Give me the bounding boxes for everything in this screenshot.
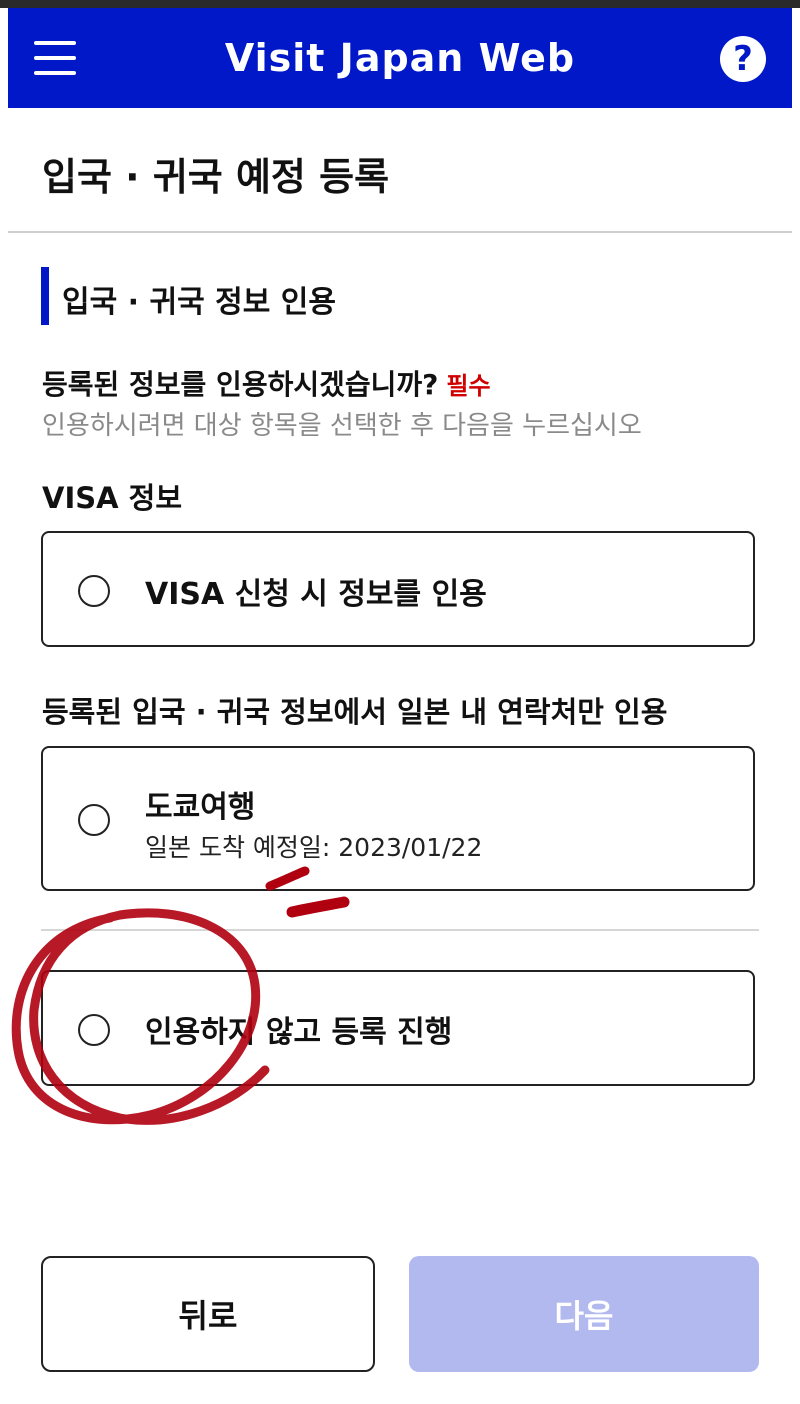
radio-unchecked-icon[interactable]: [78, 1014, 110, 1046]
option-tokyo-trip[interactable]: 도쿄여행 일본 도착 예정일: 2023/01/22: [41, 746, 755, 891]
radio-unchecked-icon[interactable]: [78, 575, 110, 607]
app-header: Visit Japan Web ?: [8, 8, 792, 108]
option-visa-info[interactable]: VISA 신청 시 정보를 인용: [41, 531, 755, 647]
next-button[interactable]: 다음: [409, 1256, 759, 1372]
radio-unchecked-icon[interactable]: [78, 804, 110, 836]
question-text: 등록된 정보를 인용하시겠습니까? 필수: [42, 363, 491, 403]
section-accent-bar: [41, 267, 49, 325]
option-no-cite[interactable]: 인용하지 않고 등록 진행: [41, 970, 755, 1086]
hint-text: 인용하시려면 대상 항목을 선택한 후 다음을 누르십시오: [42, 411, 642, 441]
arrival-date-text: 일본 도착 예정일: 2023/01/22: [145, 833, 483, 862]
help-icon[interactable]: ?: [720, 36, 766, 82]
question-label: 등록된 정보를 인용하시겠습니까?: [42, 368, 439, 401]
required-badge: 필수: [446, 372, 491, 400]
option-label: 도쿄여행: [145, 790, 256, 825]
contact-group-label: 등록된 입국 · 귀국 정보에서 일본 내 연락처만 인용: [42, 695, 668, 729]
back-button[interactable]: 뒤로: [41, 1256, 375, 1372]
section-title: 입국 · 귀국 정보 인용: [62, 285, 336, 320]
app-title: Visit Japan Web: [224, 36, 576, 80]
option-label: VISA 신청 시 정보를 인용: [145, 577, 487, 612]
divider: [41, 929, 759, 931]
divider: [8, 231, 792, 233]
status-bar-strip: [0, 0, 800, 8]
visa-group-label: VISA 정보: [42, 481, 183, 515]
page-title: 입국 · 귀국 예정 등록: [42, 155, 390, 199]
option-label: 인용하지 않고 등록 진행: [145, 1015, 453, 1050]
hamburger-menu-icon[interactable]: [34, 39, 78, 77]
